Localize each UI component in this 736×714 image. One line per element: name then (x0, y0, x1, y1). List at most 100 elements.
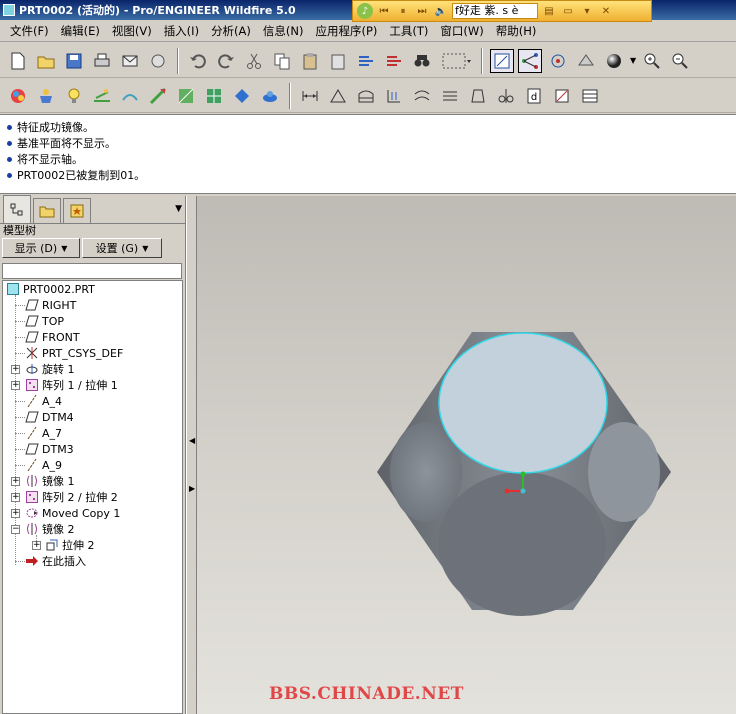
save-icon[interactable] (62, 49, 86, 73)
player-logo-icon[interactable]: ♪ (357, 3, 373, 19)
measure-diameter-icon[interactable] (382, 84, 406, 108)
tree-item-moved-copy[interactable]: Moved Copy 1 (25, 505, 120, 521)
mass-properties-icon[interactable] (466, 84, 490, 108)
expand-toggle[interactable]: + (11, 509, 20, 518)
appearance-gallery-icon[interactable] (6, 84, 30, 108)
render-setup-icon[interactable] (258, 84, 282, 108)
collapse-toggle[interactable]: − (11, 525, 20, 534)
tab-folder-browser[interactable] (33, 198, 61, 223)
tree-item-a7[interactable]: A_7 (25, 425, 62, 441)
select-box-icon[interactable] (438, 49, 474, 73)
paste-icon[interactable] (298, 49, 322, 73)
undo-icon[interactable] (186, 49, 210, 73)
show-button[interactable]: 显示 (D) ▼ (2, 238, 80, 258)
menu-view[interactable]: 视图(V) (106, 23, 158, 39)
previous-track-icon[interactable]: ⏮ (376, 3, 392, 19)
tree-item-top[interactable]: TOP (25, 313, 64, 329)
new-file-icon[interactable] (6, 49, 30, 73)
send-mail-icon[interactable] (118, 49, 142, 73)
measure-distance-icon[interactable] (298, 84, 322, 108)
tree-item-front[interactable]: FRONT (25, 329, 80, 345)
collapse-left-icon[interactable]: ◀ (189, 436, 195, 445)
find-icon[interactable] (410, 49, 434, 73)
lyrics-icon[interactable]: ▤ (541, 3, 557, 19)
panel-menu-icon[interactable]: ▼ (175, 204, 182, 214)
expand-toggle[interactable]: + (11, 365, 20, 374)
tree-item-mirror-1[interactable]: 镜像 1 (25, 473, 75, 489)
expand-toggle[interactable]: + (32, 541, 41, 550)
redo-icon[interactable] (214, 49, 238, 73)
next-track-icon[interactable]: ⏭ (414, 3, 430, 19)
tree-item-pattern-2[interactable]: 阵列 2 / 拉伸 2 (25, 489, 118, 505)
menu-tools[interactable]: 工具(T) (383, 23, 434, 39)
shading-icon[interactable] (602, 49, 626, 73)
menu-help[interactable]: 帮助(H) (490, 23, 543, 39)
print-icon[interactable] (90, 49, 114, 73)
measure-area-icon[interactable] (354, 84, 378, 108)
tab-model-tree[interactable] (3, 195, 31, 223)
menu-info[interactable]: 信息(N) (257, 23, 310, 39)
tab-favorites[interactable] (63, 198, 91, 223)
paste-special-icon[interactable] (326, 49, 350, 73)
shading-dropdown-icon[interactable]: ▼ (630, 56, 636, 65)
minimize-icon[interactable]: ▭ (560, 3, 576, 19)
dropdown-icon[interactable]: ▾ (579, 3, 595, 19)
tree-item-pattern-1[interactable]: 阵列 1 / 拉伸 1 (25, 377, 118, 393)
tree-item-revolve[interactable]: 旋转 1 (25, 361, 75, 377)
tree-item-right[interactable]: RIGHT (25, 297, 76, 313)
regen-manager-icon[interactable] (382, 49, 406, 73)
tree-item-dtm4[interactable]: DTM4 (25, 409, 74, 425)
measure-angle-icon[interactable] (326, 84, 350, 108)
settings-button[interactable]: 设置 (G) ▼ (82, 238, 162, 258)
menu-applications[interactable]: 应用程序(P) (309, 23, 383, 39)
menu-edit[interactable]: 编辑(E) (55, 23, 106, 39)
pause-icon[interactable]: ⏸ (395, 3, 411, 19)
expand-toggle[interactable]: + (11, 493, 20, 502)
zoom-out-icon[interactable] (668, 49, 692, 73)
parameters-icon[interactable] (550, 84, 574, 108)
orient-mode-icon[interactable] (546, 49, 570, 73)
expand-toggle[interactable]: + (11, 381, 20, 390)
graphics-window[interactable]: BBS.CHINADE.NET (197, 196, 736, 714)
volume-icon[interactable]: 🔈 (433, 3, 449, 19)
menu-analysis[interactable]: 分析(A) (205, 23, 257, 39)
bottom-hole[interactable] (438, 472, 606, 616)
tree-item-extrude-2[interactable]: 拉伸 2 (45, 537, 95, 553)
model-view[interactable] (197, 196, 736, 714)
render-region-icon[interactable] (202, 84, 226, 108)
tree-item-insert-here[interactable]: 在此插入 (25, 553, 86, 569)
regenerate-icon[interactable] (354, 49, 378, 73)
tree-item-a4[interactable]: A_4 (25, 393, 62, 409)
scene-editor-icon[interactable] (34, 84, 58, 108)
tree-item-dtm3[interactable]: DTM3 (25, 441, 74, 457)
tree-column-header[interactable] (2, 263, 182, 279)
top-face-highlighted[interactable] (438, 332, 608, 474)
texture-icon[interactable] (146, 84, 170, 108)
light-editor-icon[interactable] (62, 84, 86, 108)
repaint-icon[interactable] (490, 48, 514, 73)
menu-file[interactable]: 文件(F) (4, 23, 55, 39)
relations-icon[interactable]: d (522, 84, 546, 108)
effects-editor-icon[interactable] (118, 84, 142, 108)
tree-root[interactable]: PRT0002.PRT (6, 281, 95, 297)
mirror-analysis-icon[interactable] (494, 84, 518, 108)
curve-analysis-icon[interactable] (410, 84, 434, 108)
side-hole-right[interactable] (588, 422, 660, 522)
tree-item-mirror-2[interactable]: 镜像 2 (25, 521, 75, 537)
tree-item-a9[interactable]: A_9 (25, 457, 62, 473)
family-table-icon[interactable] (578, 84, 602, 108)
menu-insert[interactable]: 插入(I) (158, 23, 205, 39)
open-folder-icon[interactable] (34, 49, 58, 73)
render-window-icon[interactable] (230, 84, 254, 108)
send-link-icon[interactable] (146, 49, 170, 73)
spin-center-icon[interactable] (518, 48, 542, 73)
saved-views-icon[interactable] (574, 49, 598, 73)
room-editor-icon[interactable] (90, 84, 114, 108)
close-icon[interactable]: ✕ (598, 3, 614, 19)
expand-toggle[interactable]: + (11, 477, 20, 486)
tree-item-csys[interactable]: PRT_CSYS_DEF (25, 345, 123, 361)
cut-icon[interactable] (242, 49, 266, 73)
copy-icon[interactable] (270, 49, 294, 73)
panel-splitter[interactable]: ◀ ▶ (186, 196, 197, 714)
menu-window[interactable]: 窗口(W) (434, 23, 489, 39)
